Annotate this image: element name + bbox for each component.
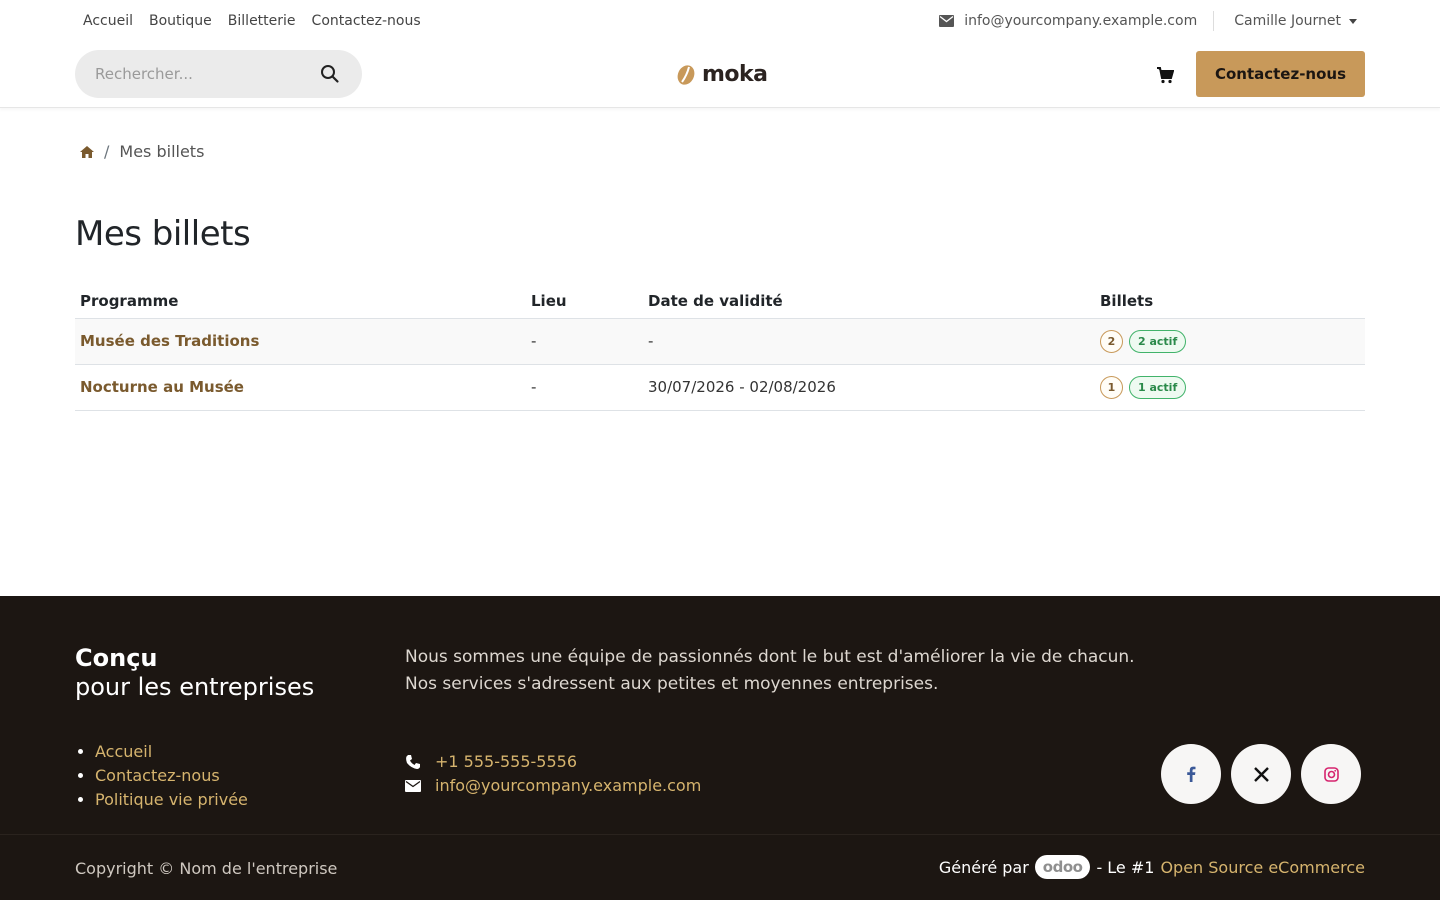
footer-description-line1: Nous sommes une équipe de passionnés don… — [405, 647, 1135, 667]
nav-link-contactez-nous[interactable]: Contactez-nous — [304, 11, 429, 31]
column-header-lieu: Lieu — [526, 284, 643, 319]
header-email-text: info@yourcompany.example.com — [964, 13, 1198, 29]
breadcrumb-current: Mes billets — [119, 142, 205, 161]
coffee-bean-icon — [677, 64, 695, 85]
tickets-table: Programme Lieu Date de validité Billets … — [75, 284, 1365, 411]
footer-link-privacy[interactable]: Politique vie privée — [95, 790, 248, 809]
search-icon[interactable] — [320, 64, 340, 84]
column-header-date: Date de validité — [643, 284, 1095, 319]
active-status-badge: 1 actif — [1129, 375, 1187, 399]
main-header: moka Contactez-nous — [0, 42, 1440, 108]
top-bar: Accueil Boutique Billetterie Contactez-n… — [0, 0, 1440, 42]
top-right-area: info@yourcompany.example.com Camille Jou… — [939, 11, 1357, 31]
ticket-count-badge: 2 — [1100, 329, 1123, 353]
odoo-logo[interactable]: odoo — [1034, 855, 1091, 879]
cell-programme: Nocturne au Musée — [75, 364, 526, 411]
cell-date: - — [643, 318, 1095, 365]
contact-us-button[interactable]: Contactez-nous — [1196, 51, 1365, 97]
home-icon[interactable] — [80, 145, 94, 158]
footer-heading: Conçu pour les entreprises — [75, 644, 314, 702]
cell-date: 30/07/2026 - 02/08/2026 — [643, 364, 1095, 411]
footer-email[interactable]: info@yourcompany.example.com — [405, 774, 701, 798]
chevron-down-icon — [1349, 18, 1357, 24]
table-header-row: Programme Lieu Date de validité Billets — [75, 284, 1365, 319]
cell-programme: Musée des Traditions — [75, 318, 526, 365]
search-input[interactable] — [75, 65, 300, 83]
active-status-badge: 2 actif — [1129, 329, 1187, 353]
cell-billets: 22 actif — [1095, 318, 1365, 365]
list-item: Accueil — [95, 740, 248, 764]
footer-link-contact[interactable]: Contactez-nous — [95, 766, 220, 785]
facebook-icon — [1187, 766, 1196, 782]
top-navigation: Accueil Boutique Billetterie Contactez-n… — [75, 11, 429, 31]
cell-lieu: - — [526, 364, 643, 411]
social-links — [1161, 744, 1361, 804]
user-name: Camille Journet — [1234, 13, 1341, 29]
column-header-billets: Billets — [1095, 284, 1365, 319]
programme-link[interactable]: Musée des Traditions — [80, 332, 259, 350]
footer: Conçu pour les entreprises Accueil Conta… — [0, 596, 1440, 834]
list-item: Contactez-nous — [95, 764, 248, 788]
copyright-text: Copyright © Nom de l'entreprise — [75, 859, 338, 878]
x-icon — [1253, 766, 1269, 782]
footer-phone-text: +1 555-555-5556 — [435, 752, 578, 771]
footer-heading-line1: Conçu — [75, 644, 158, 672]
cart-icon[interactable] — [1156, 66, 1174, 84]
phone-icon — [406, 755, 420, 769]
nav-link-boutique[interactable]: Boutique — [141, 11, 220, 31]
powered-prefix: Généré par — [938, 857, 1029, 877]
header-email-link[interactable]: info@yourcompany.example.com — [939, 11, 1215, 31]
nav-link-billetterie[interactable]: Billetterie — [220, 11, 304, 31]
footer-link-accueil[interactable]: Accueil — [95, 742, 152, 761]
search-box — [75, 50, 362, 98]
nav-link-accueil[interactable]: Accueil — [75, 11, 141, 31]
site-logo[interactable]: moka — [676, 62, 768, 87]
cell-lieu: - — [526, 318, 643, 365]
footer-links: Accueil Contactez-nous Politique vie pri… — [95, 740, 248, 812]
logo-text: moka — [702, 62, 768, 87]
ticket-count-badge: 1 — [1100, 375, 1123, 399]
breadcrumb-separator: / — [104, 142, 110, 161]
table-row[interactable]: Nocturne au Musée - 30/07/2026 - 02/08/2… — [75, 364, 1365, 411]
footer-description: Nous sommes une équipe de passionnés don… — [405, 644, 1135, 698]
page-title: Mes billets — [75, 214, 251, 254]
table-row[interactable]: Musée des Traditions - - 22 actif — [75, 318, 1365, 365]
footer-heading-line2: pour les entreprises — [75, 673, 315, 701]
footer-phone[interactable]: +1 555-555-5556 — [405, 750, 701, 774]
envelope-icon — [405, 780, 421, 792]
x-button[interactable] — [1231, 744, 1291, 804]
programme-link[interactable]: Nocturne au Musée — [80, 378, 244, 396]
powered-by: Généré par odoo - Le #1 Open Source eCom… — [939, 855, 1365, 879]
footer-description-line2: Nos services s'adressent aux petites et … — [405, 674, 939, 694]
list-item: Politique vie privée — [95, 788, 248, 812]
copyright-bar: Copyright © Nom de l'entreprise Généré p… — [0, 834, 1440, 900]
instagram-icon — [1323, 766, 1339, 782]
user-menu-dropdown[interactable]: Camille Journet — [1214, 11, 1357, 31]
powered-middle: - Le #1 — [1096, 857, 1155, 877]
ecommerce-link[interactable]: Open Source eCommerce — [1160, 858, 1365, 877]
facebook-button[interactable] — [1161, 744, 1221, 804]
instagram-button[interactable] — [1301, 744, 1361, 804]
footer-email-text: info@yourcompany.example.com — [435, 776, 702, 795]
footer-contact: +1 555-555-5556 info@yourcompany.example… — [405, 750, 701, 798]
cell-billets: 11 actif — [1095, 364, 1365, 411]
column-header-programme: Programme — [75, 284, 526, 319]
envelope-icon — [939, 15, 955, 27]
breadcrumb: / Mes billets — [80, 142, 204, 161]
